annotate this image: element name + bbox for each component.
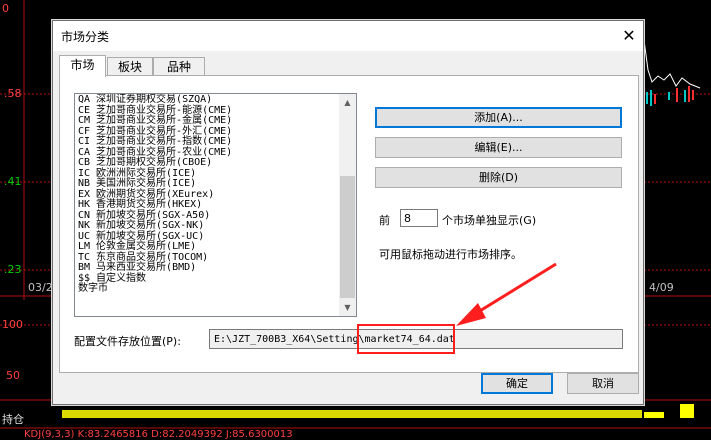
scroll-up-arrow-icon[interactable]: ▲ [339,94,356,111]
axis-label-price-3: .23 [4,263,22,276]
market-list-scrollbar[interactable]: ▲ ▼ [339,94,356,316]
market-list: QA 深圳证券期权交易(SZQA) CE 芝加哥商业交易所-能源(CME) CM 芝… [78,94,340,295]
count-suffix-label: 个市场单独显示(G) [442,214,537,227]
dialog-titlebar[interactable]: 市场分类 ✕ [53,21,643,51]
volume-bars [62,404,694,418]
edit-button[interactable]: 编辑(E)... [375,137,622,158]
axis-label-top: 0 [2,2,9,15]
volume-panel-label: 持仓 [2,413,24,426]
market-list-item[interactable]: CB 芝加哥期权交易所(CBOE) [78,157,340,169]
axis-label-volume-1: 100 [2,318,23,331]
tab-market[interactable]: 市场 [59,55,106,77]
axis-label-price-2: .41 [4,175,22,188]
date-label-right: 4/09 [649,281,674,294]
close-icon[interactable]: ✕ [615,21,643,51]
indicator-readout: KDJ(9,3,3) K:83.2465816 D:82.2049392 J:8… [24,429,293,440]
drag-sort-hint: 可用鼠标拖动进行市场排序。 [379,248,522,261]
config-path-label: 配置文件存放位置(P): [74,335,181,348]
market-category-dialog: 市场分类 ✕ 市场 板块 品种 QA 深圳证券期权交易(SZQA) CE 芝加哥商… [52,20,644,405]
cancel-button[interactable]: 取消 [567,373,639,394]
market-list-item[interactable]: HK 香港期货交易所(HKEX) [78,199,340,211]
market-list-item[interactable]: BM 马来西亚交易所(BMD) [78,262,340,274]
market-list-item[interactable]: CI 芝加哥商业交易所-指数(CME) [78,136,340,148]
delete-button[interactable]: 删除(D) [375,167,622,188]
chart-candles [646,86,694,106]
scroll-down-arrow-icon[interactable]: ▼ [339,299,356,316]
tab-sector[interactable]: 板块 [107,57,153,76]
market-list-item[interactable]: QA 深圳证券期权交易(SZQA) [78,94,340,106]
market-list-item[interactable]: CM 芝加哥商业交易所-金属(CME) [78,115,340,127]
date-label-left: 03/2 [28,281,53,294]
count-prefix-label: 前 [379,214,390,227]
market-list-item[interactable]: $$ 自定义指数 [78,273,340,285]
annotation-highlight-box [357,324,455,354]
market-list-item[interactable]: 数字币 [78,283,340,295]
market-tab-panel: QA 深圳证券期权交易(SZQA) CE 芝加哥商业交易所-能源(CME) CM 芝… [59,75,639,373]
market-list-item[interactable]: LM 伦敦金属交易所(LME) [78,241,340,253]
add-button[interactable]: 添加(A)... [375,107,622,128]
axis-label-price-1: .58 [4,87,22,100]
market-list-item[interactable]: NK 新加坡交易所(SGX-NK) [78,220,340,232]
axis-label-volume-2: 50 [6,369,20,382]
dialog-title: 市场分类 [61,30,110,44]
scroll-thumb[interactable] [340,176,355,298]
ok-button[interactable]: 确定 [481,373,553,394]
market-list-item[interactable]: NB 美国洲际交易所(ICE) [78,178,340,190]
tab-variety[interactable]: 品种 [153,57,205,76]
market-count-input[interactable]: 8 [400,209,438,227]
market-listbox[interactable]: QA 深圳证券期权交易(SZQA) CE 芝加哥商业交易所-能源(CME) CM 芝… [74,93,357,317]
